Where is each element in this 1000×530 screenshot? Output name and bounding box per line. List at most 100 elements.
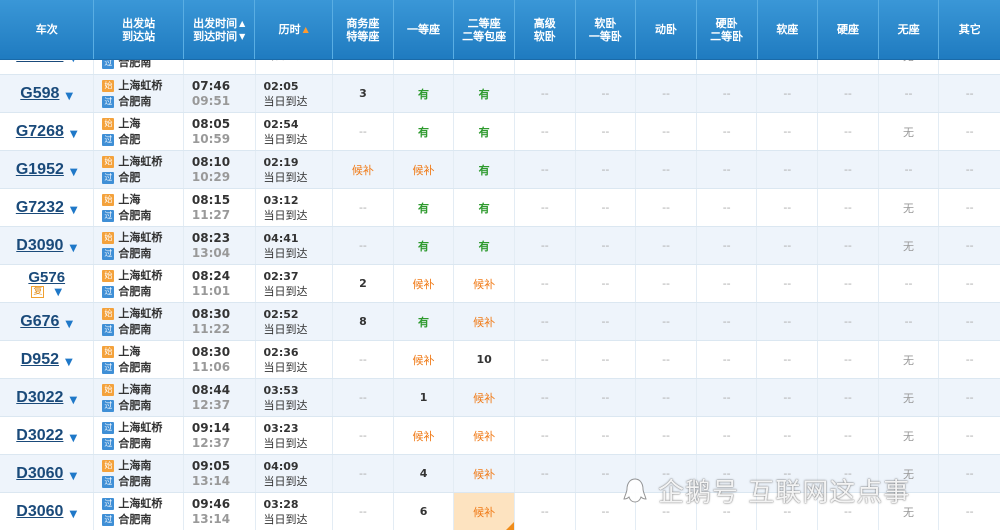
seat-second[interactable]: 候补 [454,379,515,416]
train-cell[interactable]: D3022 ▼ [0,417,95,454]
train-number-link[interactable]: G1952 [16,161,64,179]
header-train-no[interactable]: 车次 [0,0,95,59]
seat-second[interactable]: 有 [454,75,515,112]
sort-up-icon[interactable]: ▲ [239,17,245,30]
expand-chevron-down-icon[interactable]: ▼ [70,129,78,140]
h-l: 一等卧 [588,29,622,43]
table-row[interactable]: G598 ▼ 始上海虹桥过合肥南 07:46 09:51 02:05 当日到达 3 有有 -- --… [0,75,1000,113]
seat-business[interactable]: 8 [333,303,394,340]
train-number-link[interactable]: G7268 [16,123,64,141]
seat-first[interactable]: 2 [394,60,455,74]
seat-second[interactable]: 1 [454,60,515,74]
seat-first[interactable]: 有 [394,189,455,226]
seat-second[interactable]: 候补 [454,265,515,302]
seat-second[interactable]: 有 [454,189,515,226]
train-number-link[interactable]: D3022 [16,427,63,445]
seat-first[interactable]: 6 [394,493,455,530]
train-cell[interactable]: G7268 ▼ [0,113,95,150]
table-row[interactable]: G7232 ▼ 始上海过合肥南 08:15 11:27 03:12 当日到达 -- 有有 -- --… [0,189,1000,227]
seat-second[interactable]: 有 [454,113,515,150]
seat-business[interactable]: 候补 [333,151,394,188]
seat-no-seat[interactable]: 无 [879,189,940,226]
expand-chevron-down-icon[interactable]: ▼ [65,319,73,330]
train-cell[interactable]: G676 ▼ [0,303,95,340]
seat-business[interactable]: 2 [333,265,394,302]
expand-chevron-down-icon[interactable]: ▼ [69,471,77,482]
train-number-link[interactable]: D3022 [16,389,63,407]
seat-no-seat[interactable]: 无 [879,227,940,264]
train-list[interactable]: D2212▼始过合肥南11:11当日到达--21------------无--G… [0,60,1000,530]
seat-first[interactable]: 1 [394,379,455,416]
train-number-link[interactable]: D952 [21,351,59,369]
train-number-link[interactable]: G576 [28,269,65,286]
train-number-link[interactable]: D3090 [16,237,63,255]
train-cell[interactable]: D3022 ▼ [0,379,95,416]
h-l: 高级 [533,16,556,30]
train-cell[interactable]: D952 ▼ [0,341,95,378]
seat-no-seat[interactable]: 无 [879,341,940,378]
train-cell[interactable]: D3060 ▼ [0,493,95,530]
sort-down-icon[interactable]: ▼ [239,30,245,43]
seat-first[interactable]: 有 [394,75,455,112]
expand-chevron-down-icon[interactable]: ▼ [70,167,78,178]
seat-no-seat[interactable]: 无 [879,113,940,150]
table-row[interactable]: G7268 ▼ 始上海过合肥 08:05 10:59 02:54 当日到达 -- 有有 -- -- -… [0,113,1000,151]
table-row[interactable]: D3090 ▼ 始上海虹桥过合肥南 08:23 13:04 04:41 当日到达 -- 有有 --… [0,227,1000,265]
seat-hard-seat: -- [818,151,879,188]
seat-first[interactable]: 有 [394,227,455,264]
train-cell[interactable]: G598 ▼ [0,75,95,112]
seat-second[interactable]: 候补 [454,417,515,454]
table-row[interactable]: D3022 ▼ 始上海南过合肥南 08:44 12:37 03:53 当日到达 -- 1 候补 --… [0,379,1000,417]
seat-second[interactable]: 10 [454,341,515,378]
seat-no-seat[interactable]: 无 [879,417,940,454]
seat-second[interactable]: 候补 [454,455,515,492]
train-number-link[interactable]: G7232 [16,199,64,217]
seat-no-seat[interactable]: 无 [879,379,940,416]
expand-chevron-down-icon[interactable]: ▼ [69,433,77,444]
train-cell[interactable]: G1952 ▼ [0,151,95,188]
expand-chevron-down-icon[interactable]: ▼ [70,205,78,216]
seat-second[interactable]: 有 [454,151,515,188]
expand-chevron-down-icon[interactable]: ▼ [69,243,77,254]
expand-chevron-down-icon[interactable]: ▼ [54,287,62,298]
seat-other: -- [965,315,974,328]
table-row[interactable]: D952 ▼ 始上海过合肥南 08:30 11:06 02:36 当日到达 -- 候补 10 -- -… [0,341,1000,379]
train-cell[interactable]: D3090 ▼ [0,227,95,264]
train-number-link[interactable]: G598 [20,85,59,103]
table-row[interactable]: G576 复 ▼ 始上海虹桥过合肥南 08:24 11:01 02:37 当日到达 2 候补 候补 -… [0,265,1000,303]
table-row[interactable]: D2212▼始过合肥南11:11当日到达--21------------无-- [0,60,1000,75]
seat-second[interactable]: 候补 [454,303,515,340]
train-cell[interactable]: G7232 ▼ [0,189,95,226]
seat-first[interactable]: 候补 [394,341,455,378]
train-cell[interactable]: D3060 ▼ [0,455,95,492]
header-duration[interactable]: 历时 ▲ [255,0,334,59]
expand-chevron-down-icon[interactable]: ▼ [69,60,77,64]
seat-no-seat[interactable]: 无 [879,60,940,74]
expand-chevron-down-icon[interactable]: ▼ [69,509,77,520]
seat-first[interactable]: 有 [394,113,455,150]
train-number-link[interactable]: D2212 [16,60,63,65]
header-time[interactable]: 出发时间 ▲ 到达时间 ▼ [184,0,256,59]
seat-first[interactable]: 候补 [394,265,455,302]
seat-second[interactable]: 有 [454,227,515,264]
seat-soft-seat: -- [757,189,819,226]
train-cell[interactable]: D2212 ▼ [0,60,95,74]
seat-first[interactable]: 4 [394,455,455,492]
seat-first[interactable]: 候补 [394,151,455,188]
train-cell[interactable]: G576 复 ▼ [0,265,95,302]
train-number-link[interactable]: D3060 [16,503,63,521]
table-row[interactable]: G1952 ▼ 始上海虹桥过合肥 08:10 10:29 02:19 当日到达 候补 候补有 --… [0,151,1000,189]
train-number-link[interactable]: G676 [20,313,59,331]
seat-first[interactable]: 候补 [394,417,455,454]
table-row[interactable]: G676 ▼ 始上海虹桥过合肥南 08:30 11:22 02:52 当日到达 8 有候补 -- -… [0,303,1000,341]
expand-chevron-down-icon[interactable]: ▼ [65,357,73,368]
train-number-link[interactable]: D3060 [16,465,63,483]
expand-chevron-down-icon[interactable]: ▼ [69,395,77,406]
seat-first[interactable]: 有 [394,303,455,340]
seat-second[interactable]: 候补 [454,493,515,530]
sort-up-active-icon[interactable]: ▲ [303,23,309,36]
seat-business[interactable]: 3 [333,75,394,112]
table-row[interactable]: D3022 ▼ 过上海虹桥过合肥南 09:14 12:37 03:23 当日到达 -- 候补 候补… [0,417,1000,455]
station-badge-icon: 始 [102,231,115,244]
expand-chevron-down-icon[interactable]: ▼ [65,91,73,102]
